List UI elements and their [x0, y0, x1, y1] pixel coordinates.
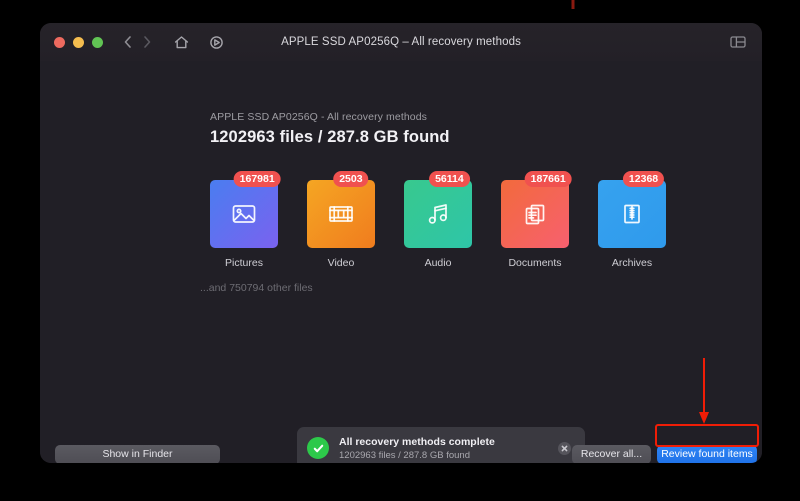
category-badge: 2503 [333, 171, 369, 188]
category-documents[interactable]: 187661 Documents [501, 171, 572, 269]
toast-text: All recovery methods complete 1202963 fi… [339, 436, 558, 461]
page-title: 1202963 files / 287.8 GB found [210, 128, 450, 146]
window-titlebar: APPLE SSD AP0256Q – All recovery methods [40, 23, 762, 61]
navigation-arrows [120, 34, 155, 50]
film-icon [329, 206, 353, 222]
window-content: APPLE SSD AP0256Q - All recovery methods… [40, 61, 762, 463]
zoom-window-button[interactable] [92, 36, 103, 48]
annotation-tick-mark [571, 0, 575, 9]
music-icon [428, 204, 447, 224]
annotation-arrow [699, 358, 709, 424]
category-badge: 56114 [429, 171, 470, 188]
category-label: Video [327, 257, 355, 269]
category-label: Archives [611, 257, 653, 269]
picture-icon [232, 205, 256, 223]
category-label: Pictures [225, 257, 263, 269]
panel-toggle-icon[interactable] [730, 35, 746, 54]
category-tile[interactable]: 12368 [598, 171, 666, 248]
app-window: APPLE SSD AP0256Q – All recovery methods… [40, 23, 762, 463]
category-label: Audio [424, 257, 452, 269]
other-files-text: ...and 750794 other files [200, 282, 313, 294]
category-list: 167981 Pictures 2503 Video 56114 Audio 1… [210, 171, 666, 269]
minimize-window-button[interactable] [73, 36, 84, 48]
category-audio[interactable]: 56114 Audio [404, 171, 472, 269]
category-tile[interactable]: 167981 [210, 171, 281, 248]
category-tile[interactable]: 56114 [404, 171, 472, 248]
page-subtitle: APPLE SSD AP0256Q - All recovery methods [210, 111, 428, 123]
completion-toast: All recovery methods complete 1202963 fi… [297, 427, 585, 463]
close-icon[interactable] [558, 441, 571, 455]
category-badge: 167981 [233, 171, 281, 188]
document-icon [525, 204, 545, 225]
recover-all-button[interactable]: Recover all... [572, 445, 651, 463]
archive-icon [624, 204, 640, 224]
close-window-button[interactable] [54, 36, 65, 48]
traffic-lights [54, 36, 103, 48]
category-badge: 187661 [524, 171, 572, 188]
back-button[interactable] [120, 34, 136, 50]
screenshot-root: APPLE SSD AP0256Q – All recovery methods… [0, 0, 800, 501]
category-badge: 12368 [622, 171, 665, 188]
home-icon[interactable] [173, 34, 190, 51]
toast-subtitle: 1202963 files / 287.8 GB found [339, 449, 470, 461]
category-label: Documents [508, 257, 562, 269]
category-tile[interactable]: 2503 [307, 171, 375, 248]
category-tile[interactable]: 187661 [501, 171, 572, 248]
category-pictures[interactable]: 167981 Pictures [210, 171, 281, 269]
review-found-items-button[interactable]: Review found items [657, 445, 757, 463]
category-archives[interactable]: 12368 Archives [598, 171, 666, 269]
toast-title: All recovery methods complete [339, 435, 495, 448]
category-video[interactable]: 2503 Video [307, 171, 375, 269]
check-icon [307, 437, 329, 459]
history-icon[interactable] [208, 34, 225, 51]
show-in-finder-button[interactable]: Show in Finder [55, 445, 220, 463]
page-heading: APPLE SSD AP0256Q - All recovery methods… [210, 111, 450, 147]
forward-button[interactable] [139, 34, 155, 50]
